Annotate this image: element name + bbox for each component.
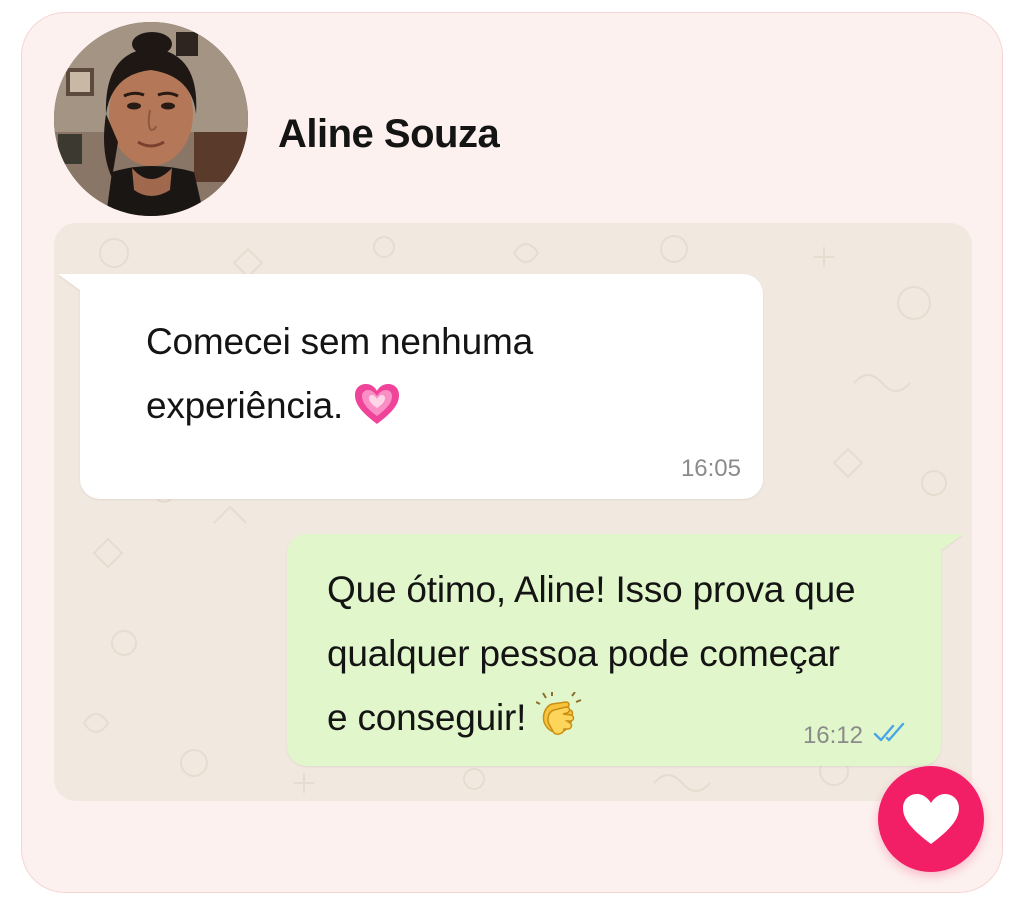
message-line: experiência. — [146, 374, 726, 446]
double-check-read-icon — [873, 722, 905, 742]
message-line: qualquer pessoa pode começar — [327, 633, 840, 674]
incoming-message-time: 16:05 — [680, 455, 741, 482]
clapping-hands-emoji — [535, 691, 582, 758]
outgoing-message-bubble[interactable]: Que ótimo, Aline! Isso prova que qualque… — [287, 534, 963, 766]
heart-button[interactable] — [878, 766, 984, 872]
heart-icon — [903, 794, 959, 844]
chat-area: Comecei sem nenhuma experiência. 16:05 Q… — [54, 223, 972, 801]
incoming-message-text: Comecei sem nenhuma experiência. — [146, 310, 726, 446]
avatar-photo — [54, 22, 248, 216]
incoming-bubble-tail — [58, 274, 88, 296]
message-line: Comecei sem nenhuma — [146, 321, 533, 362]
outgoing-message-time: 16:12 — [802, 722, 863, 749]
contact-name[interactable]: Aline Souza — [278, 112, 500, 157]
incoming-message-bubble[interactable]: Comecei sem nenhuma experiência. 16:05 — [58, 274, 763, 499]
outgoing-bubble-tail — [933, 534, 963, 556]
contact-avatar[interactable] — [54, 22, 248, 216]
message-line: Que ótimo, Aline! Isso prova que — [327, 569, 856, 610]
pink-heart-emoji — [353, 382, 401, 446]
